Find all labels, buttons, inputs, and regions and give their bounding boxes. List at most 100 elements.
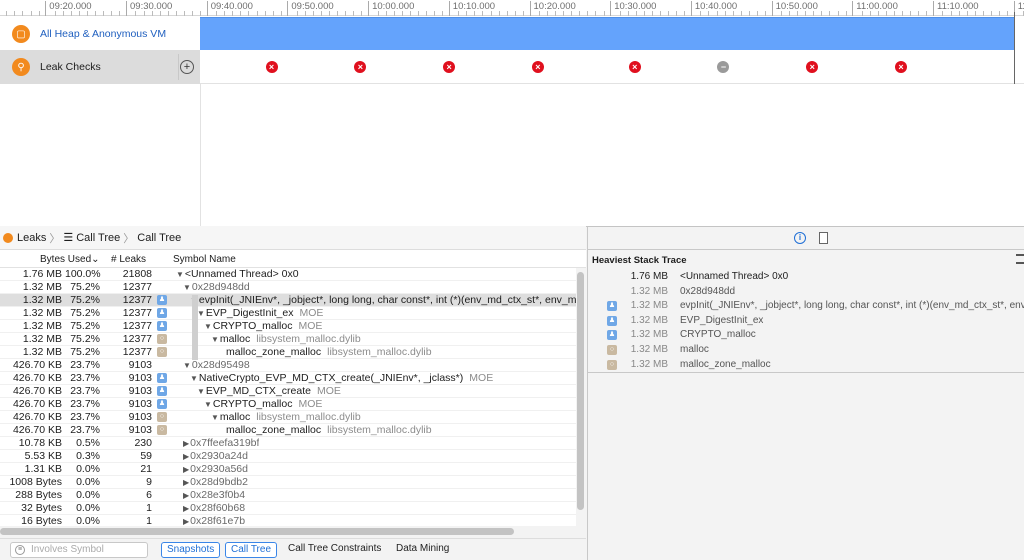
table-row[interactable]: 426.70 KB 23.7% 9103 ○ malloc_zone_malloc lib…	[0, 424, 576, 437]
ruler-minor-tick	[829, 11, 831, 16]
leaks-count-cell: 9103	[128, 398, 152, 410]
percent-cell: 75.2%	[70, 333, 100, 345]
ruler-tick-label: 10:30.000	[610, 1, 656, 16]
stack-frame[interactable]: ○ 1.32 MB malloc_zone_malloc	[588, 358, 1024, 373]
breadcrumb-call-tree[interactable]: Call Tree	[76, 232, 120, 244]
disclosure-expanded-icon[interactable]: ▼	[204, 400, 212, 409]
leak-detected-marker[interactable]: ×	[443, 61, 456, 73]
table-row[interactable]: 1.32 MB 75.2% 12377 ♟ ▼EVP_DigestInit_ex MOE	[0, 307, 576, 320]
leak-checks-lane[interactable]: × × × × × − × ×	[200, 50, 1024, 84]
column-symbol-name[interactable]: Symbol Name	[173, 254, 236, 265]
ruler-minor-tick	[200, 11, 202, 16]
frame-symbol: 0x28d948dd	[680, 285, 736, 297]
table-row[interactable]: 1.32 MB 75.2% 12377 ▼0x28d948dd	[0, 281, 576, 294]
stack-frame[interactable]: ♟ 1.32 MB CRYPTO_malloc	[588, 328, 1024, 343]
table-row[interactable]: 426.70 KB 23.7% 9103 ▼0x28d95498	[0, 359, 576, 372]
table-row[interactable]: 1.32 MB 75.2% 12377 ○ malloc_zone_malloc libs…	[0, 346, 576, 359]
table-row[interactable]: 1.76 MB 100.0% 21808 ▼<Unnamed Thread> 0x0	[0, 268, 576, 281]
leak-detected-marker[interactable]: ×	[531, 61, 544, 73]
disclosure-expanded-icon[interactable]: ▼	[197, 387, 205, 396]
table-row[interactable]: 288 Bytes 0.0% 6 ▶0x28e3f0b4	[0, 489, 576, 502]
disclosure-collapsed-icon[interactable]: ▶	[183, 465, 189, 474]
call-tree-table[interactable]: 1.76 MB 100.0% 21808 ▼<Unnamed Thread> 0x0 1…	[0, 268, 576, 526]
add-track-button[interactable]: +	[180, 60, 194, 74]
table-row[interactable]: 426.70 KB 23.7% 9103 ♟ ▼EVP_MD_CTX_create MOE	[0, 385, 576, 398]
leak-detected-marker[interactable]: ×	[354, 61, 367, 73]
no-new-leaks-marker[interactable]: −	[717, 61, 730, 73]
table-row[interactable]: 5.53 KB 0.3% 59 ▶0x2930a24d	[0, 450, 576, 463]
collapse-icon[interactable]	[1016, 254, 1024, 264]
leak-detected-marker[interactable]: ×	[265, 61, 278, 73]
ruler-minor-tick	[14, 11, 16, 16]
table-row[interactable]: 426.70 KB 23.7% 9103 ♟ ▼NativeCrypto_EVP_MD_…	[0, 372, 576, 385]
table-row[interactable]: 1.31 KB 0.0% 21 ▶0x2930a56d	[0, 463, 576, 476]
disclosure-expanded-icon[interactable]: ▼	[190, 374, 198, 383]
ruler-minor-tick	[175, 11, 177, 16]
horizontal-scrollbar[interactable]	[0, 528, 514, 535]
track-all-heap[interactable]: ▢ All Heap & Anonymous VM	[0, 17, 200, 51]
table-row[interactable]: 426.70 KB 23.7% 9103 ♟ ▼CRYPTO_malloc MOE	[0, 398, 576, 411]
ruler-minor-tick	[990, 11, 992, 16]
leak-detected-marker[interactable]: ×	[628, 61, 641, 73]
disclosure-expanded-icon[interactable]: ▼	[183, 361, 191, 370]
heap-allocation-graph[interactable]	[200, 17, 1015, 50]
data-mining-button[interactable]: Data Mining	[391, 542, 454, 558]
stack-frame[interactable]: 1.32 MB 0x28d948dd	[588, 285, 1024, 300]
percent-cell: 0.0%	[76, 476, 100, 488]
table-row[interactable]: 1.32 MB 75.2% 12377 ♟ ▼evpInit(_JNIEnv*, _jo…	[0, 294, 576, 307]
stack-frame[interactable]: ♟ 1.32 MB EVP_DigestInit_ex	[588, 314, 1024, 329]
leak-detected-marker[interactable]: ×	[806, 61, 819, 73]
disclosure-expanded-icon[interactable]: ▼	[211, 413, 219, 422]
disclosure-collapsed-icon[interactable]: ▶	[183, 517, 189, 526]
symbol-cell: ▼EVP_MD_CTX_create MOE	[197, 385, 341, 398]
disclosure-expanded-icon[interactable]: ▼	[176, 270, 184, 279]
ruler-minor-tick	[684, 11, 686, 16]
percent-cell: 23.7%	[70, 359, 100, 371]
document-icon[interactable]	[819, 232, 828, 244]
involves-symbol-filter[interactable]: ≡ Involves Symbol	[10, 542, 148, 558]
extended-detail-icon[interactable]: i	[794, 232, 806, 244]
symbol-name: malloc	[219, 333, 251, 345]
disclosure-expanded-icon[interactable]: ▼	[183, 283, 191, 292]
disclosure-expanded-icon[interactable]: ▼	[211, 335, 219, 344]
table-row[interactable]: 32 Bytes 0.0% 1 ▶0x28f60b68	[0, 502, 576, 515]
table-row[interactable]: 16 Bytes 0.0% 1 ▶0x28f61e7b	[0, 515, 576, 526]
table-row[interactable]: 1008 Bytes 0.0% 9 ▶0x28d9bdb2	[0, 476, 576, 489]
disclosure-collapsed-icon[interactable]: ▶	[183, 439, 189, 448]
disclosure-collapsed-icon[interactable]: ▶	[183, 491, 189, 500]
table-row[interactable]: 426.70 KB 23.7% 9103 ○ ▼malloc libsystem_mall…	[0, 411, 576, 424]
disclosure-expanded-icon[interactable]: ▼	[204, 322, 212, 331]
ruler-minor-tick	[764, 11, 766, 16]
leaks-count-cell: 9103	[128, 359, 152, 371]
stack-frame[interactable]: ○ 1.32 MB malloc	[588, 343, 1024, 358]
bytes-used-cell: 1.32 MB	[22, 320, 62, 332]
symbol-cell: malloc_zone_malloc libsystem_malloc.dylib	[226, 424, 432, 437]
disclosure-expanded-icon[interactable]: ▼	[197, 309, 205, 318]
symbol-cell: ▼CRYPTO_malloc MOE	[204, 398, 322, 411]
vertical-scrollbar[interactable]	[577, 272, 584, 510]
playhead[interactable]	[1014, 12, 1015, 84]
track-leak-checks[interactable]: ⚲ Leak Checks	[0, 50, 200, 84]
call-tree-constraints-button[interactable]: Call Tree Constraints	[283, 542, 386, 558]
table-row[interactable]: 1.32 MB 75.2% 12377 ♟ ▼CRYPTO_malloc MOE	[0, 320, 576, 333]
disclosure-collapsed-icon[interactable]: ▶	[183, 452, 189, 461]
leaks-count-cell: 9103	[128, 372, 152, 384]
library-name: libsystem_malloc.dylib	[327, 424, 432, 436]
timeline-ruler[interactable]: 09:20.000 09:30.000 09:40.000 09:50.000 10:0…	[0, 0, 1024, 16]
ruler-minor-tick	[514, 11, 516, 16]
ruler-tick-label: 09:50.000	[287, 1, 334, 16]
table-row[interactable]: 1.32 MB 75.2% 12377 ○ ▼malloc libsystem_mallo…	[0, 333, 576, 346]
disclosure-collapsed-icon[interactable]: ▶	[183, 478, 189, 487]
table-row[interactable]: 10.78 KB 0.5% 230 ▶0x7ffeefa319bf	[0, 437, 576, 450]
column-leaks[interactable]: # Leaks	[111, 254, 146, 265]
call-tree-button[interactable]: Call Tree	[225, 542, 278, 558]
breadcrumb-leaks[interactable]: Leaks	[17, 232, 46, 244]
column-bytes-used[interactable]: Bytes Used⌄	[40, 254, 100, 265]
stack-frame[interactable]: 1.76 MB <Unnamed Thread> 0x0	[588, 270, 1024, 285]
snapshots-button[interactable]: Snapshots	[161, 542, 221, 558]
leak-detected-marker[interactable]: ×	[895, 61, 908, 73]
breadcrumb-call-tree-detail[interactable]: Call Tree	[137, 232, 181, 244]
bytes-used-cell: 1.32 MB	[22, 294, 62, 306]
stack-frame[interactable]: ♟ 1.32 MB evpInit(_JNIEnv*, _jobject*, lon…	[588, 299, 1024, 314]
disclosure-collapsed-icon[interactable]: ▶	[183, 504, 189, 513]
